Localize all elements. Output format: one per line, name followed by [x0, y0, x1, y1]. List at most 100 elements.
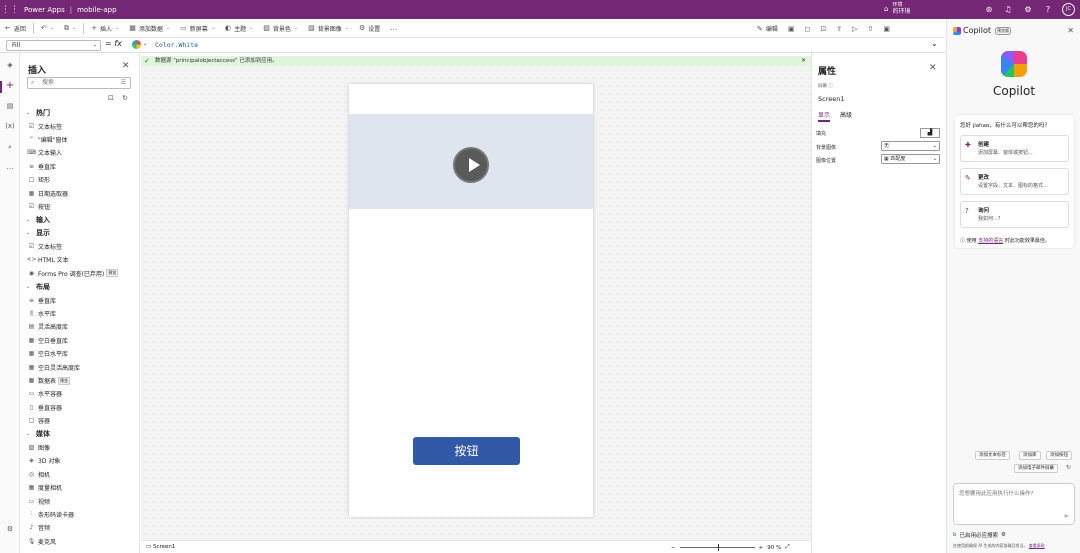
video-control[interactable] — [349, 114, 593, 209]
category-header[interactable]: ⌄ 媒体 — [20, 427, 138, 440]
help-icon[interactable]: ⓘ — [828, 84, 833, 89]
close-icon[interactable]: ✕ — [122, 61, 130, 71]
insert-item[interactable]: ◉ Forms Pro 调查(已弃用) 预览 — [20, 267, 138, 280]
cmd-image-button[interactable]: ▧ 背景图像 ⌄ — [303, 19, 354, 38]
cmd-comment-button[interactable]: ◻ — [800, 19, 816, 38]
refresh-icon[interactable]: ↻ — [122, 94, 128, 102]
send-icon[interactable]: ➢ — [1063, 512, 1069, 520]
image-upload-icon[interactable]: ⊡ — [108, 94, 114, 102]
suggestion-create[interactable]: ✚ 创建 添加屏幕、窗体或按钮... — [960, 135, 1069, 162]
play-icon[interactable] — [453, 147, 489, 183]
category-header[interactable]: ⌄ 布局 — [20, 280, 138, 293]
chip-add-text-label[interactable]: 添加文本标签 — [975, 451, 1010, 460]
cmd-plus-button[interactable]: + 插入 ⌄ — [86, 19, 124, 38]
insert-item[interactable]: ▦ 度量相机 — [20, 481, 138, 494]
supported-languages-link[interactable]: 支持的语言 — [978, 238, 1003, 244]
zoom-in-button[interactable]: + — [759, 545, 764, 551]
insert-item[interactable]: ▦ 空白垂直库 — [20, 334, 138, 347]
notification-icon[interactable]: ♫ — [1001, 3, 1015, 16]
fill-swatch[interactable]: ▟ — [920, 128, 940, 138]
avatar[interactable]: JC — [1062, 3, 1075, 16]
chip-add-email-screen[interactable]: 添加电子邮件屏幕 — [1014, 464, 1058, 473]
variables-icon[interactable]: (x) — [4, 120, 16, 132]
category-header[interactable]: ⌄ 热门 — [20, 106, 138, 119]
waffle-icon[interactable]: ⋮⋮ — [0, 5, 20, 15]
cmd-settings-button[interactable]: ⚙ 设置 — [354, 19, 385, 38]
insert-item[interactable]: ☑ 按钮 — [20, 200, 138, 213]
insert-item[interactable]: ⌨ 文本输入 — [20, 146, 138, 159]
insert-item[interactable]: ◎ 相机 — [20, 468, 138, 481]
data-icon[interactable]: ▤ — [4, 100, 16, 112]
cmd-publish-button[interactable]: ⇧ — [862, 19, 878, 38]
screen-canvas[interactable]: 按钮 — [349, 84, 593, 517]
insert-item[interactable]: ⫼ 水平库 — [20, 307, 138, 320]
suggestion-ask[interactable]: ? 询问 我如何...? — [960, 201, 1069, 228]
close-icon[interactable]: ✕ — [1067, 26, 1074, 35]
background-image-dropdown[interactable]: 无 ⌄ — [881, 141, 940, 151]
settings-icon[interactable]: ⚙ — [4, 523, 16, 535]
insert-item[interactable]: <> HTML 文本 — [20, 253, 138, 266]
insert-item[interactable]: ≡ 垂直库 — [20, 293, 138, 306]
color-picker-icon[interactable] — [132, 40, 141, 49]
close-icon[interactable]: ✕ — [929, 63, 937, 73]
insert-item[interactable]: " "编辑"窗体 — [20, 133, 138, 146]
zoom-slider[interactable] — [679, 544, 755, 551]
cmd-edit-button[interactable]: ✎ 编辑 — [752, 19, 783, 38]
settings-icon[interactable]: ⚙ — [1001, 532, 1006, 538]
insert-item[interactable]: ▦ 日期选取器 — [20, 186, 138, 199]
cmd-more-button[interactable]: … — [385, 19, 402, 38]
cmd-save-button[interactable]: ▣ — [878, 19, 895, 38]
copilot-input[interactable]: 您想要用此应用执行什么操作? ➢ — [953, 483, 1075, 525]
insert-item[interactable]: ▤ 灵活高度库 — [20, 320, 138, 333]
app-name[interactable]: Power Apps — [24, 6, 65, 14]
chevron-down-icon[interactable]: ⌄ — [143, 41, 147, 47]
tab-advanced[interactable]: 高级 — [840, 110, 852, 122]
cmd-undo-button[interactable]: ↶ ⌄ — [36, 19, 59, 38]
zoom-out-button[interactable]: − — [671, 545, 676, 551]
environment-picker[interactable]: ⌂ 环境 的环境 — [884, 2, 910, 15]
insert-item[interactable]: ⫶ 条形码读卡器 — [20, 508, 138, 521]
expand-formula-icon[interactable]: ⌄ — [931, 39, 938, 48]
cmd-copy-button[interactable]: ⧉ ⌄ — [59, 19, 81, 38]
refresh-icon[interactable]: ↻ — [1066, 464, 1071, 471]
cmd-play-button[interactable]: ▷ — [847, 19, 862, 38]
property-dropdown[interactable]: Fill ⌄ — [6, 40, 101, 51]
insert-item[interactable]: ▯ 垂直容器 — [20, 401, 138, 414]
fullscreen-icon[interactable]: ⤢ — [785, 544, 789, 551]
search-icon[interactable]: ⌕ — [4, 141, 16, 153]
insert-item[interactable]: ▦ 空白灵活高度库 — [20, 360, 138, 373]
cmd-database-button[interactable]: ▦ 添加数据 ⌄ — [124, 19, 175, 38]
chip-add-gallery[interactable]: 添加库 — [1019, 451, 1041, 460]
cmd-checker-button[interactable]: ⊡ — [815, 19, 831, 38]
insert-item[interactable]: □ 容器 — [20, 414, 138, 427]
insert-item[interactable]: 🎙 麦克风 — [20, 535, 138, 548]
insert-item[interactable]: ≡ 垂直库 — [20, 160, 138, 173]
insert-item[interactable]: □ 矩形 — [20, 173, 138, 186]
cmd-theme-button[interactable]: ◐ 主题 ⌄ — [220, 19, 258, 38]
canvas-button[interactable]: 按钮 — [413, 437, 520, 465]
formula-input[interactable]: Color.White — [155, 40, 198, 50]
insert-item[interactable]: ♪ 音频 — [20, 521, 138, 534]
chip-add-button[interactable]: 添加按钮 — [1046, 451, 1072, 460]
search-input[interactable]: ⌕ 搜索 ☰ — [27, 77, 131, 89]
project-name[interactable]: mobile-app — [77, 6, 116, 14]
more-icon[interactable]: … — [4, 161, 16, 173]
filter-icon[interactable]: ☰ — [121, 78, 126, 88]
help-icon[interactable]: ? — [1041, 3, 1055, 16]
insert-item[interactable]: ◈ 3D 对象 — [20, 454, 138, 467]
gear-icon[interactable]: ⚙ — [1021, 3, 1035, 16]
insert-plus-icon[interactable]: + — [4, 80, 16, 92]
insert-item[interactable]: ▦ 空白水平库 — [20, 347, 138, 360]
insert-item[interactable]: ▨ 图像 — [20, 441, 138, 454]
cmd-paint-button[interactable]: ▨ 背景色 ⌄ — [258, 19, 303, 38]
insert-item[interactable]: ▭ 水平容器 — [20, 387, 138, 400]
tab-display[interactable]: 显示 — [818, 110, 831, 122]
layers-icon[interactable]: ◈ — [4, 59, 16, 71]
category-header[interactable]: ⌄ 显示 — [20, 227, 138, 240]
cmd-screen-button[interactable]: ▭ 新屏幕 ⌄ — [175, 19, 220, 38]
cmd-copilot-toggle-button[interactable]: ▣ — [783, 19, 800, 38]
close-icon[interactable]: ✕ — [801, 56, 806, 66]
category-header[interactable]: ⌄ 输入 — [20, 213, 138, 226]
screen-selector[interactable]: ▭ Screen1 — [146, 544, 175, 550]
image-position-dropdown[interactable]: ▦ 匹配度 ⌄ — [881, 154, 940, 164]
